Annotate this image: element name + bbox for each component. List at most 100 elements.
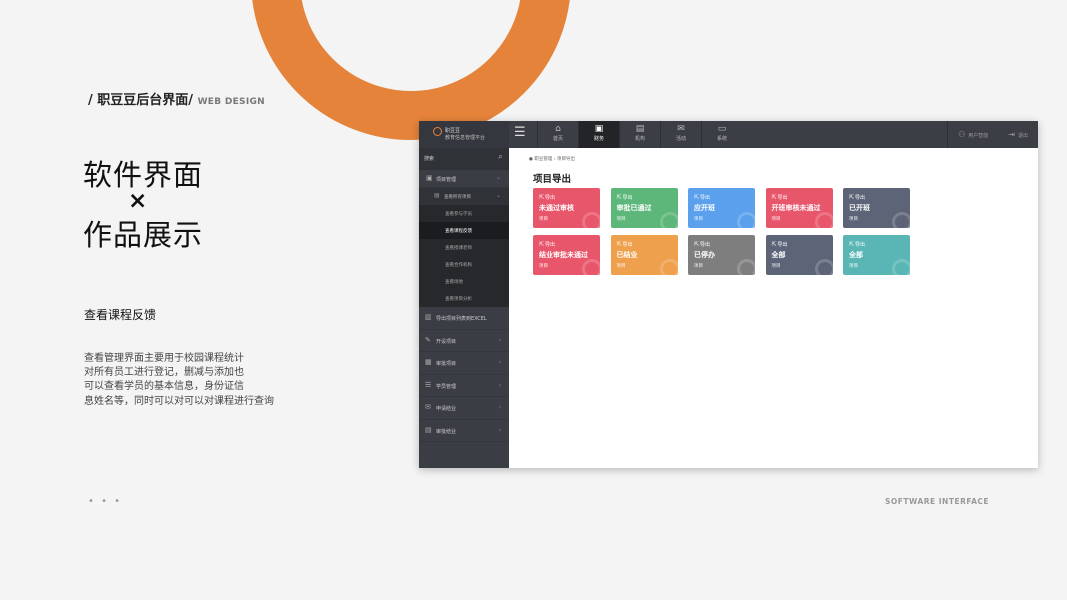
card-bottom: 项目 (694, 217, 703, 222)
watermark-icon (737, 259, 755, 275)
export-card[interactable]: ⇱导出 全部 项目 (843, 235, 910, 275)
breadcrumb: ● 职豆管理 › 项目导出 (529, 157, 576, 162)
export-icon: ⇱ (539, 241, 545, 248)
heading-line2: 作品展示 (83, 218, 204, 252)
sidebar-subitem[interactable]: 查看授课老师 (419, 239, 509, 256)
sidebar-search[interactable]: 搜索 ⌕ (419, 148, 509, 170)
sidebar-subitem[interactable]: 查看项目分析 (419, 290, 509, 307)
card-top: ⇱导出 (539, 194, 555, 201)
sidebar-item[interactable]: ▤ 审批结业 › (419, 420, 509, 442)
sidebar-item[interactable]: ▥ 导出项目列表到EXCEL (419, 307, 509, 330)
card-title: 结业审批未通过 (539, 251, 588, 259)
card-title: 已停办 (694, 251, 715, 259)
page-title: 项目导出 (533, 174, 572, 185)
export-card[interactable]: ⇱导出 已停办 项目 (688, 235, 755, 275)
sidebar-subitem[interactable]: 查看参与学员 (419, 205, 509, 222)
wallet-icon: ▣ (594, 124, 604, 134)
sidebar-subitem[interactable]: 查看场地 (419, 273, 509, 290)
top-right-label: 用户智能 (968, 133, 989, 139)
card-title: 已结业 (616, 251, 638, 259)
card-title: 已开班 (849, 204, 870, 212)
sidebar-subitems: 查看参与学员 查看课程反馈 查看授课老师 查看合作机构查看场地 查看项目分析 (419, 205, 509, 307)
document-icon: ▤ (425, 425, 432, 434)
export-card[interactable]: ⇱导出 审批已通过 项目 (610, 188, 678, 228)
export-icon: ⇱ (771, 194, 777, 201)
card-top-label: 导出 (700, 242, 711, 248)
watermark-icon (582, 212, 600, 228)
export-card[interactable]: ⇱导出 开班审核未通过 项目 (765, 188, 833, 228)
watermark-icon (582, 259, 600, 275)
card-bottom: 项目 (539, 217, 548, 222)
home-icon: ⌂ (555, 124, 561, 134)
approve-icon: ▦ (425, 358, 432, 366)
card-top-label: 导出 (622, 195, 633, 201)
logo[interactable]: 职豆豆 教育信息管理平台 (419, 121, 509, 148)
card-title: 全部 (771, 251, 786, 259)
sidebar-subitem-label: 查看课程反馈 (445, 229, 472, 234)
search-icon[interactable]: ⌕ (498, 152, 503, 162)
nav-tab-2[interactable]: ▤ 机构 (619, 121, 660, 148)
sidebar-item[interactable]: ☰ 学员管理 › (419, 375, 509, 397)
card-top: ⇱导出 (617, 241, 633, 248)
card-top: ⇱导出 (694, 241, 710, 248)
top-right-action-1[interactable]: ⇥ 退出 (998, 121, 1038, 148)
watermark-icon (814, 212, 833, 228)
nav-tab-4[interactable]: ▭ 系统 (701, 121, 742, 148)
card-title: 全部 (849, 251, 863, 259)
nav-tab-label: 系统 (716, 136, 727, 142)
watermark-icon (892, 212, 910, 228)
sidebar-item[interactable]: ✎ 开设项目 › (419, 330, 509, 352)
card-top-label: 导出 (545, 242, 556, 248)
sidebar-subgroup-all-projects[interactable]: ▤ 查看所有项目 ⌄ (419, 188, 509, 205)
logo-subtitle: 教育信息管理平台 (445, 135, 486, 141)
sidebar-item-label: 学员管理 (436, 383, 457, 390)
export-card[interactable]: ⇱导出 全部 项目 (765, 235, 833, 275)
card-top-label: 导出 (855, 195, 866, 201)
card-top-label: 导出 (700, 195, 711, 201)
sidebar-item[interactable]: ▦ 审批项目 › (419, 352, 509, 375)
nav-tab-0[interactable]: ⌂ 首页 (537, 121, 578, 148)
card-top: ⇱导出 (772, 194, 788, 201)
pagination-dots: • • • (88, 496, 123, 507)
description-line: 对所有员工进行登记，删减与添加也 (84, 367, 244, 379)
sidebar-group-project-management[interactable]: ▣ 项目管理 ⌄ (419, 170, 509, 188)
export-card[interactable]: ⇱导出 结业审批未通过 项目 (533, 235, 600, 275)
main-content: ● 职豆管理 › 项目导出 项目导出 ⇱导出 未通过审核 项目 ⇱导出 审批已通过 项目 ⇱… (509, 148, 1038, 468)
export-card[interactable]: ⇱导出应开班项目 (688, 188, 755, 228)
watermark-icon (814, 259, 833, 275)
sidebar-item-label: 导出项目列表到EXCEL (436, 316, 487, 322)
top-right-action-0[interactable]: ⚇ 用户智能 (948, 121, 998, 148)
sidebar-subitem-label: 查看参与学员 (445, 212, 472, 217)
nav-tab-label: 首页 (552, 136, 563, 142)
sidebar-item-label: 审批项目 (436, 361, 457, 367)
card-title: 未通过审核 (539, 204, 574, 212)
watermark-icon (659, 259, 678, 275)
export-card[interactable]: ⇱导出未通过审核项目 (533, 188, 600, 228)
sidebar-subitem[interactable]: 查看课程反馈 (419, 222, 509, 239)
card-title: 开班审核未通过 (771, 204, 821, 212)
nav-tab-1[interactable]: ▣ 财务 (578, 121, 619, 148)
export-icon: ⇱ (694, 194, 700, 201)
card-title: 应开班 (694, 204, 715, 212)
sidebar-subitem-label: 查看合作机构 (445, 263, 472, 268)
watermark-icon (659, 212, 678, 228)
footer-label: SOFTWARE INTERFACE (885, 497, 990, 506)
card-top-label: 导出 (545, 195, 556, 201)
chevron-down-icon: ⌄ (495, 192, 501, 199)
export-icon: ⇱ (616, 241, 622, 248)
card-top: ⇱导出 (849, 194, 865, 201)
card-top: ⇱导出 (849, 241, 865, 248)
export-card[interactable]: ⇱导出 已开班 项目 (843, 188, 910, 228)
chevron-right-icon: › (498, 426, 501, 434)
sidebar-item[interactable]: ✉ 申请结业 › (419, 397, 509, 420)
top-nav: ⌂ 首页 ▣ 财务 ▤ 机构 ✉ 活动 ▭ 系统 (537, 121, 742, 148)
sidebar-subitem[interactable]: 查看合作机构 (419, 256, 509, 273)
card-bottom: 项目 (616, 217, 626, 222)
sidebar-subitem-label: 查看授课老师 (445, 246, 472, 251)
nav-tab-3[interactable]: ✉ 活动 (660, 121, 701, 148)
export-icon: ⇱ (849, 241, 855, 248)
chevron-right-icon: › (498, 381, 501, 389)
hamburger-icon[interactable]: ☰ (514, 126, 526, 140)
export-card[interactable]: ⇱导出 已结业 项目 (610, 235, 678, 275)
description-line: 息姓名等，同时可以对可以对课程进行查询 (84, 395, 274, 407)
